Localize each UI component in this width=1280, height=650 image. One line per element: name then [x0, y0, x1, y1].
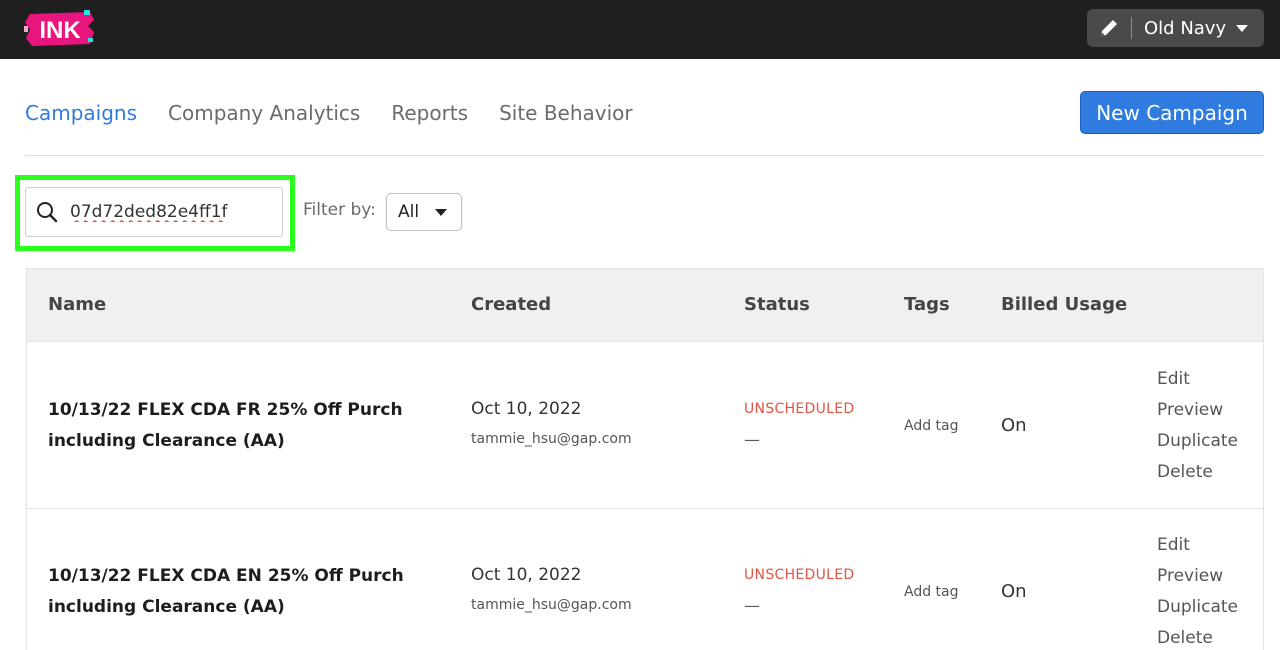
search-field[interactable]: [25, 187, 283, 237]
pencil-icon[interactable]: [1098, 17, 1120, 39]
edit-link[interactable]: Edit: [1157, 530, 1238, 561]
campaign-name-line: 10/13/22 FLEX CDA FR 25% Off Purch: [48, 400, 403, 420]
created-by: tammie_hsu@gap.com: [471, 431, 632, 447]
column-header-created[interactable]: Created: [471, 294, 551, 315]
created-date: Oct 10, 2022: [471, 565, 582, 585]
table-row: 10/13/22 FLEX CDA EN 25% Off Purch inclu…: [27, 509, 1263, 650]
column-header-tags: Tags: [904, 294, 950, 315]
row-actions: Edit Preview Duplicate Delete: [1157, 530, 1238, 650]
campaigns-table: Name Created Status Tags Billed Usage 10…: [26, 268, 1264, 650]
search-input[interactable]: [68, 201, 262, 223]
preview-link[interactable]: Preview: [1157, 561, 1238, 592]
column-header-status[interactable]: Status: [744, 294, 810, 315]
duplicate-link[interactable]: Duplicate: [1157, 592, 1238, 623]
edit-link[interactable]: Edit: [1157, 364, 1238, 395]
ink-logo[interactable]: INK: [24, 8, 96, 50]
campaign-name-line: including Clearance (AA): [48, 597, 285, 617]
status-badge: UNSCHEDULED: [744, 567, 855, 583]
search-icon: [35, 200, 59, 224]
add-tag-link[interactable]: Add tag: [904, 584, 959, 600]
billed-usage: On: [1001, 415, 1027, 436]
status-badge: UNSCHEDULED: [744, 401, 855, 417]
duplicate-link[interactable]: Duplicate: [1157, 426, 1238, 457]
filter-select[interactable]: All: [386, 193, 462, 231]
chevron-down-icon: [1236, 24, 1248, 32]
account-switcher[interactable]: Old Navy: [1087, 9, 1264, 47]
new-campaign-button[interactable]: New Campaign: [1080, 91, 1264, 134]
tab-site-behavior[interactable]: Site Behavior: [499, 101, 633, 125]
table-row: 10/13/22 FLEX CDA FR 25% Off Purch inclu…: [27, 342, 1263, 509]
campaign-name-line: 10/13/22 FLEX CDA EN 25% Off Purch: [48, 566, 404, 586]
preview-link[interactable]: Preview: [1157, 395, 1238, 426]
logo-text: INK: [39, 17, 81, 44]
row-actions: Edit Preview Duplicate Delete: [1157, 364, 1238, 488]
campaign-name-line: including Clearance (AA): [48, 431, 285, 451]
campaign-name[interactable]: 10/13/22 FLEX CDA EN 25% Off Purch inclu…: [48, 561, 404, 623]
column-header-name[interactable]: Name: [48, 294, 106, 315]
billed-usage: On: [1001, 581, 1027, 602]
tab-reports[interactable]: Reports: [391, 101, 468, 125]
chevron-down-icon: [435, 208, 447, 216]
column-header-billed-usage: Billed Usage: [1001, 294, 1128, 315]
status-detail: —: [744, 596, 760, 615]
created-by: tammie_hsu@gap.com: [471, 597, 632, 613]
delete-link[interactable]: Delete: [1157, 623, 1238, 650]
add-tag-link[interactable]: Add tag: [904, 418, 959, 434]
delete-link[interactable]: Delete: [1157, 457, 1238, 488]
account-name: Old Navy: [1144, 17, 1227, 39]
tab-company-analytics[interactable]: Company Analytics: [168, 101, 360, 125]
table-header: Name Created Status Tags Billed Usage: [27, 269, 1263, 342]
top-bar: INK Old Navy: [0, 0, 1280, 59]
status-detail: —: [744, 430, 760, 449]
tab-campaigns[interactable]: Campaigns: [25, 101, 137, 125]
main-nav: Campaigns Company Analytics Reports Site…: [25, 97, 664, 129]
filter-label: Filter by:: [303, 200, 376, 220]
campaign-name[interactable]: 10/13/22 FLEX CDA FR 25% Off Purch inclu…: [48, 395, 403, 457]
divider: [25, 155, 1264, 156]
filter-selected-value: All: [398, 202, 420, 222]
divider: [1131, 17, 1132, 39]
created-date: Oct 10, 2022: [471, 399, 582, 419]
